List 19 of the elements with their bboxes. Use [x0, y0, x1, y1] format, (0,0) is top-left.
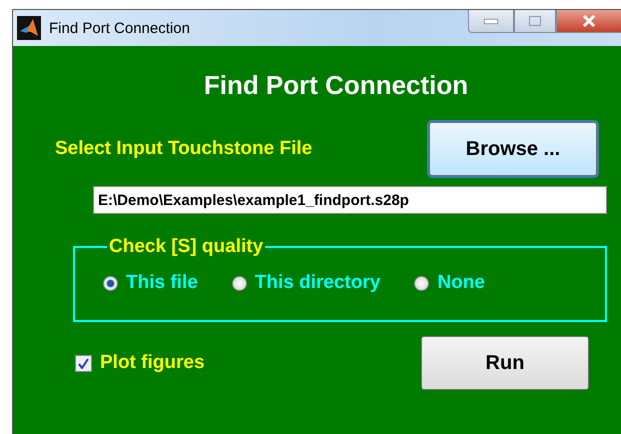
window-title: Find Port Connection: [49, 20, 191, 36]
close-icon: [582, 15, 596, 27]
maximize-button[interactable]: [514, 10, 556, 33]
file-path-field[interactable]: E:\Demo\Examples\example1_findport.s28p: [93, 186, 607, 214]
plot-figures-checkbox[interactable]: Plot figures: [75, 352, 205, 374]
close-button[interactable]: [556, 10, 621, 33]
minimize-icon: [484, 18, 498, 24]
browse-button[interactable]: Browse ...: [429, 122, 597, 176]
radio-option[interactable]: None: [414, 272, 485, 294]
run-button[interactable]: Run: [421, 336, 589, 390]
app-icon: [17, 16, 41, 40]
file-label: Select Input Touchstone File: [55, 138, 312, 160]
minimize-button[interactable]: [468, 10, 514, 33]
checkmark-icon: [78, 358, 89, 368]
radio-option[interactable]: This file: [103, 272, 198, 294]
maximize-icon: [529, 16, 541, 26]
group-legend: Check [S] quality: [107, 236, 266, 258]
dialog-heading: Find Port Connection: [202, 70, 470, 101]
radio-option[interactable]: This directory: [232, 272, 380, 294]
